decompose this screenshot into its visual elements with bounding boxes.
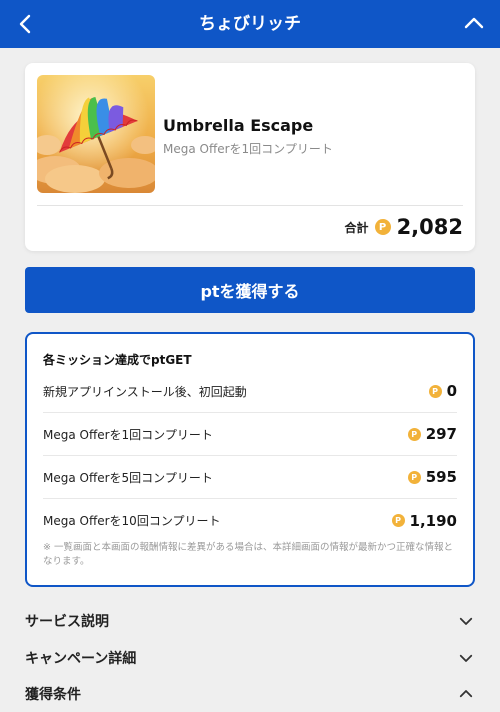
- coin-icon: P: [391, 514, 405, 527]
- mission-label: 新規アプリインストール後、初回起動: [43, 384, 247, 399]
- offer-card: Umbrella Escape Mega Offerを1回コンプリート 合計 P…: [25, 63, 475, 251]
- app-name: Umbrella Escape: [163, 116, 314, 135]
- mission-label: Mega Offerを5回コンプリート: [43, 470, 213, 485]
- disclaimer-note: ※ 一覧画面と本画面の報酬情報に差異がある場合は、本詳細画面の情報が最新かつ正確…: [43, 542, 453, 567]
- missions-panel: 各ミッション達成でptGET 新規アプリインストール後、初回起動 P 0 Meg…: [25, 332, 475, 587]
- mission-reward: P 297: [407, 425, 457, 443]
- mission-label: Mega Offerを1回コンプリート: [43, 427, 213, 442]
- coin-icon: P: [407, 427, 421, 441]
- section-label: サービス説明: [25, 614, 109, 630]
- mission-points: 595: [425, 468, 457, 486]
- total-points: 合計 P 2,082: [345, 215, 463, 239]
- section-campaign-details[interactable]: キャンペーン詳細: [25, 640, 475, 676]
- chevron-down-icon: [459, 654, 473, 662]
- collapse-button[interactable]: [462, 12, 486, 36]
- mission-points: 297: [425, 425, 457, 443]
- mission-reward: P 595: [407, 468, 457, 486]
- coin-icon: P: [374, 219, 391, 235]
- top-bar: ちょびリッチ: [0, 0, 500, 48]
- total-label: 合計: [344, 220, 369, 235]
- missions-title: 各ミッション達成でptGET: [43, 353, 192, 367]
- section-label: 獲得条件: [25, 687, 81, 703]
- page-title: ちょびリッチ: [199, 14, 301, 34]
- coin-icon: P: [428, 384, 442, 398]
- mission-label: Mega Offerを10回コンプリート: [43, 514, 221, 528]
- get-points-button[interactable]: ptを獲得する: [25, 267, 475, 313]
- mission-reward: P 1,190: [391, 511, 457, 530]
- section-label: キャンペーン詳細: [25, 651, 137, 667]
- mission-points: 0: [446, 382, 457, 400]
- umbrella-artwork: [37, 75, 155, 193]
- mission-points: 1,190: [409, 511, 457, 530]
- coin-icon: P: [407, 470, 421, 484]
- card-divider: [37, 205, 463, 206]
- mission-row: Mega Offerを1回コンプリート P 297: [43, 413, 457, 456]
- chevron-up-icon: [464, 17, 484, 29]
- mission-row: 新規アプリインストール後、初回起動 P 0: [43, 370, 457, 413]
- mission-row: Mega Offerを10回コンプリート P 1,190: [43, 499, 457, 542]
- section-earning-conditions[interactable]: 獲得条件: [25, 676, 475, 712]
- mission-reward: P 0: [428, 382, 457, 400]
- chevron-down-icon: [459, 617, 473, 625]
- chevron-up-icon: [459, 690, 473, 698]
- section-service-description[interactable]: サービス説明: [25, 603, 475, 639]
- app-thumbnail: [37, 75, 155, 193]
- total-value: 2,082: [396, 215, 463, 239]
- app-subtitle: Mega Offerを1回コンプリート: [163, 142, 333, 156]
- mission-row: Mega Offerを5回コンプリート P 595: [43, 456, 457, 499]
